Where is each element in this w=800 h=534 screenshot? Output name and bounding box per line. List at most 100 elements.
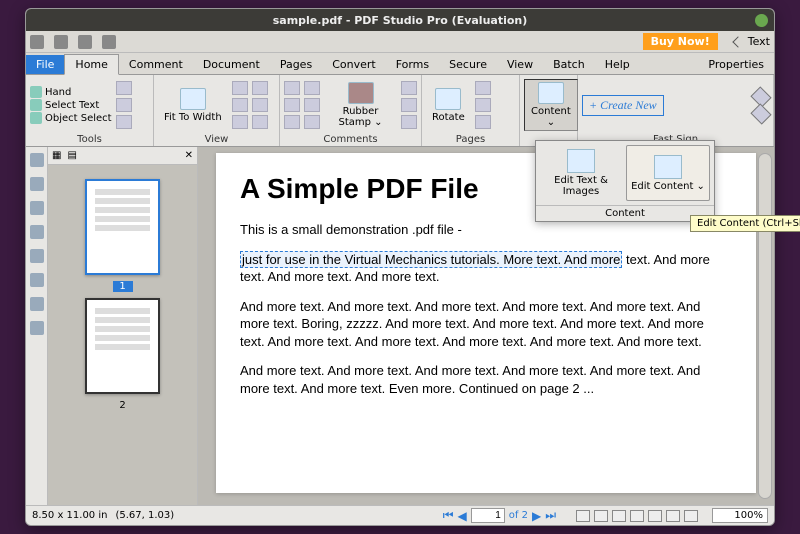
next-page-icon[interactable]: ▶ bbox=[532, 509, 541, 523]
cover-icon[interactable] bbox=[648, 510, 662, 522]
fit-page-icon[interactable] bbox=[232, 98, 248, 112]
thumbnail-list[interactable]: 1 2 bbox=[48, 165, 197, 505]
rotate-icon bbox=[435, 88, 461, 110]
tab-view[interactable]: View bbox=[497, 55, 543, 74]
thumb-opt-icon[interactable]: ▦ bbox=[52, 150, 61, 161]
open-icon[interactable] bbox=[30, 35, 44, 49]
tools-extra bbox=[116, 81, 132, 129]
edit-text-images-button[interactable]: Edit Text & Images bbox=[540, 145, 622, 201]
first-page-icon[interactable]: ⏮ bbox=[443, 508, 454, 523]
attach-icon[interactable] bbox=[401, 81, 417, 95]
tab-comment[interactable]: Comment bbox=[119, 55, 193, 74]
edit-content-button[interactable]: Edit Content ⌄ bbox=[626, 145, 710, 201]
rotate-pages-button[interactable]: Rotate bbox=[426, 86, 471, 125]
group-pages: Rotate Pages bbox=[422, 75, 520, 146]
select-text-tool[interactable]: Select Text bbox=[30, 99, 112, 111]
zoom-level[interactable]: 100% bbox=[712, 508, 768, 523]
bookmarks-icon[interactable] bbox=[30, 177, 44, 191]
fit-width-button[interactable]: Fit To Width bbox=[158, 86, 228, 125]
group-tools: Hand Select Text Object Select Tools bbox=[26, 75, 154, 146]
vertical-scrollbar[interactable] bbox=[758, 153, 772, 499]
doc-para-2: And more text. And more text. And more t… bbox=[240, 298, 732, 351]
group-view-label: View bbox=[158, 133, 275, 146]
split-icon[interactable] bbox=[252, 115, 268, 129]
tooltip: Edit Content (Ctrl+Shift+E) bbox=[690, 215, 800, 232]
delete-page-icon[interactable] bbox=[475, 115, 491, 129]
chevron-down-icon[interactable] bbox=[750, 103, 771, 124]
search-icon[interactable] bbox=[116, 98, 132, 112]
tab-batch[interactable]: Batch bbox=[543, 55, 595, 74]
buy-now-button[interactable]: Buy Now! bbox=[643, 33, 718, 50]
measure-icon[interactable] bbox=[401, 115, 417, 129]
loupe-icon[interactable] bbox=[116, 115, 132, 129]
thumb-label-1: 1 bbox=[113, 281, 133, 292]
shape-icon[interactable] bbox=[304, 81, 320, 95]
tab-home[interactable]: Home bbox=[64, 54, 118, 75]
email-icon[interactable] bbox=[102, 35, 116, 49]
close-panel-icon[interactable]: ✕ bbox=[185, 150, 193, 161]
page-nav: ⏮ ◀ of 2 ▶ ⏭ bbox=[443, 508, 556, 523]
app-window: sample.pdf - PDF Studio Pro (Evaluation)… bbox=[25, 8, 775, 526]
tab-pages[interactable]: Pages bbox=[270, 55, 322, 74]
thumbnail-page-2[interactable] bbox=[85, 298, 160, 394]
last-page-icon[interactable]: ⏭ bbox=[545, 508, 556, 523]
content-dropdown-button[interactable]: Content ⌄ bbox=[524, 79, 578, 131]
doc-para-selected[interactable]: just for use in the Virtual Mechanics tu… bbox=[240, 251, 732, 286]
thumb-opt2-icon[interactable]: ▤ bbox=[67, 150, 76, 161]
zoom-out-icon[interactable] bbox=[666, 510, 680, 522]
thumb-label-2: 2 bbox=[56, 400, 189, 411]
chevron-left-icon[interactable] bbox=[732, 36, 743, 47]
attachments-icon[interactable] bbox=[30, 249, 44, 263]
facing-continuous-icon[interactable] bbox=[630, 510, 644, 522]
tab-properties[interactable]: Properties bbox=[698, 55, 774, 74]
continuous-icon[interactable] bbox=[594, 510, 608, 522]
create-new-signature[interactable]: + Create New bbox=[582, 95, 664, 116]
layers-icon[interactable] bbox=[30, 225, 44, 239]
close-icon[interactable] bbox=[755, 14, 768, 27]
rubber-stamp-button[interactable]: Rubber Stamp ⌄ bbox=[324, 80, 397, 130]
thumbnail-page-1[interactable] bbox=[85, 179, 160, 275]
facing-icon[interactable] bbox=[612, 510, 626, 522]
actual-size-icon[interactable] bbox=[232, 81, 248, 95]
sound-icon[interactable] bbox=[401, 98, 417, 112]
destinations-icon[interactable] bbox=[30, 321, 44, 335]
text-annot-icon[interactable] bbox=[284, 81, 300, 95]
zoom-icon[interactable] bbox=[232, 115, 248, 129]
object-select-tool[interactable]: Object Select bbox=[30, 112, 112, 124]
tab-document[interactable]: Document bbox=[193, 55, 270, 74]
tab-forms[interactable]: Forms bbox=[386, 55, 439, 74]
signatures-icon[interactable] bbox=[30, 201, 44, 215]
hand-tool[interactable]: Hand bbox=[30, 86, 112, 98]
thumbnail-panel: ▦ ▤ ✕ 1 2 bbox=[48, 147, 198, 505]
doc-intro: This is a small demonstration .pdf file … bbox=[240, 221, 732, 239]
pages-panel-icon[interactable] bbox=[30, 153, 44, 167]
single-page-icon[interactable] bbox=[576, 510, 590, 522]
save-icon[interactable] bbox=[54, 35, 68, 49]
selected-text[interactable]: just for use in the Virtual Mechanics tu… bbox=[240, 251, 622, 268]
stamp-icon bbox=[348, 82, 374, 104]
doc-para-3: And more text. And more text. And more t… bbox=[240, 362, 732, 397]
context-tab-label: Text bbox=[748, 35, 770, 48]
fit-width-icon bbox=[180, 88, 206, 110]
insert-icon[interactable] bbox=[475, 98, 491, 112]
snapshot-icon[interactable] bbox=[116, 81, 132, 95]
zoom-in-icon[interactable] bbox=[684, 510, 698, 522]
quick-access-toolbar: Buy Now! Text bbox=[26, 31, 774, 53]
tab-help[interactable]: Help bbox=[595, 55, 640, 74]
tab-file[interactable]: File bbox=[26, 55, 64, 74]
tags-icon[interactable] bbox=[30, 297, 44, 311]
line-icon[interactable] bbox=[304, 115, 320, 129]
rotate-cw-icon[interactable] bbox=[252, 81, 268, 95]
ribbon: Hand Select Text Object Select Tools Fit… bbox=[26, 75, 774, 147]
extract-icon[interactable] bbox=[475, 81, 491, 95]
rotate-ccw-icon[interactable] bbox=[252, 98, 268, 112]
print-icon[interactable] bbox=[78, 35, 92, 49]
strike-icon[interactable] bbox=[284, 115, 300, 129]
tab-convert[interactable]: Convert bbox=[322, 55, 386, 74]
page-number-input[interactable] bbox=[471, 508, 505, 523]
tab-secure[interactable]: Secure bbox=[439, 55, 497, 74]
prev-page-icon[interactable]: ◀ bbox=[458, 509, 467, 523]
circle-icon[interactable] bbox=[304, 98, 320, 112]
highlight-icon[interactable] bbox=[284, 98, 300, 112]
comments-panel-icon[interactable] bbox=[30, 273, 44, 287]
